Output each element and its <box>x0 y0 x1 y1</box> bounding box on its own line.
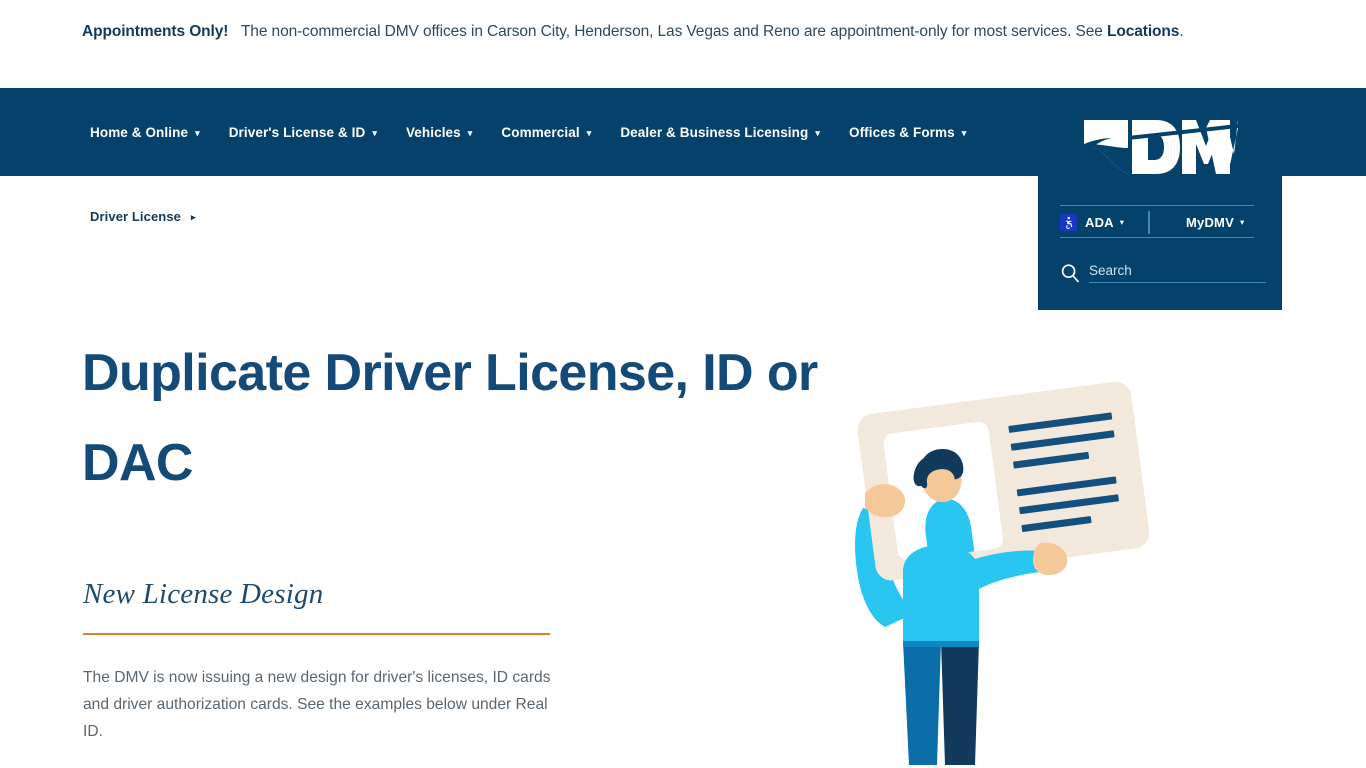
page-title: Duplicate Driver License, ID or DAC <box>82 344 818 492</box>
nav-item-label: Offices & Forms <box>848 124 955 140</box>
nav-item-offices-forms[interactable]: Offices & Forms ▾ <box>849 125 966 140</box>
breadcrumb: Driver License ▸ <box>90 209 196 224</box>
utility-divider-top <box>1060 205 1254 206</box>
nav-item-drivers-license-id[interactable]: Driver's License & ID ▾ <box>229 125 377 140</box>
nav-item-label: Driver's License & ID <box>228 124 366 140</box>
nav-item-list: Home & Online ▾ Driver's License & ID ▾ … <box>90 88 966 176</box>
navbar-right-fill <box>1282 88 1366 176</box>
locations-link[interactable]: Locations <box>1107 23 1179 40</box>
alert-headline: Appointments Only! <box>82 23 229 40</box>
chevron-down-icon: ▾ <box>815 127 820 138</box>
utility-links-row: ADA ▾ MyDMV ▾ <box>1060 209 1254 236</box>
nav-item-label: Vehicles <box>405 124 461 140</box>
alert-body: The non-commercial DMV offices in Carson… <box>240 23 1108 40</box>
chevron-down-icon: ▾ <box>195 127 200 138</box>
section-body-text: The DMV is now issuing a new design for … <box>83 669 551 740</box>
mydmv-menu[interactable]: MyDMV ▾ <box>1186 209 1244 236</box>
chevron-down-icon: ▾ <box>586 127 592 138</box>
nav-item-label: Dealer & Business Licensing <box>620 124 809 140</box>
chevron-down-icon: ▾ <box>372 127 377 138</box>
mydmv-label: MyDMV <box>1186 215 1234 230</box>
chevron-right-icon: ▸ <box>191 212 196 222</box>
chevron-down-icon: ▾ <box>961 127 967 138</box>
breadcrumb-item-driver-license[interactable]: Driver License <box>90 209 181 224</box>
dmv-page: Appointments Only! The non-commercial DM… <box>0 0 1366 768</box>
nav-item-commercial[interactable]: Commercial ▾ <box>501 125 591 140</box>
ada-label: ADA <box>1085 215 1114 230</box>
section-heading-new-license-design: New License Design <box>83 578 324 610</box>
nav-item-label: Home & Online <box>90 124 189 140</box>
utility-separator <box>1148 211 1150 234</box>
nav-item-vehicles[interactable]: Vehicles ▾ <box>406 125 472 140</box>
nav-item-dealer-business-licensing[interactable]: Dealer & Business Licensing ▾ <box>620 125 820 140</box>
search-icon[interactable] <box>1060 263 1080 283</box>
utility-panel: ADA ▾ MyDMV ▾ <box>1038 88 1282 310</box>
dmv-logo[interactable] <box>1082 118 1238 176</box>
id-card-illustration <box>845 375 1165 768</box>
search-row <box>1060 260 1266 286</box>
nav-item-label: Commercial <box>501 124 580 140</box>
alert-text: Appointments Only! The non-commercial DM… <box>82 18 1284 45</box>
accessibility-icon <box>1060 214 1077 231</box>
chevron-down-icon: ▾ <box>467 127 473 138</box>
alert-period: . <box>1179 23 1184 40</box>
chevron-down-icon: ▾ <box>1119 217 1125 227</box>
nav-item-home-online[interactable]: Home & Online ▾ <box>90 125 200 140</box>
section-divider <box>83 633 550 635</box>
search-input[interactable] <box>1089 263 1266 283</box>
alert-banner: Appointments Only! The non-commercial DM… <box>0 0 1366 88</box>
ada-menu[interactable]: ADA ▾ <box>1060 214 1124 231</box>
chevron-down-icon: ▾ <box>1239 217 1245 227</box>
utility-divider-bottom <box>1060 237 1254 238</box>
